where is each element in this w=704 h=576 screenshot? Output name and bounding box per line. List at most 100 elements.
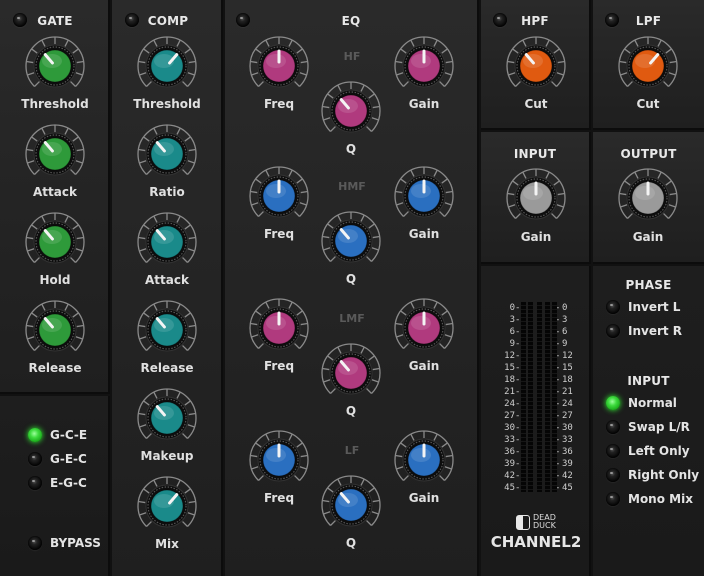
lpf-title: LPF xyxy=(635,14,662,28)
input-mode-swap[interactable]: Swap L/R xyxy=(606,420,690,434)
eq-title: EQ xyxy=(341,14,361,28)
phase-title: PHASE xyxy=(625,278,672,292)
hpf-panel: HPF Cut xyxy=(481,0,591,130)
meter-scale-left: 24 xyxy=(504,399,515,409)
gate-enable-led[interactable] xyxy=(13,13,27,27)
right-only-label: Right Only xyxy=(628,468,700,482)
eq-hf-q-knob[interactable] xyxy=(319,81,383,141)
hpf-cut-label: Cut xyxy=(524,97,548,111)
brand-logo: DEAD DUCK xyxy=(516,514,556,530)
meter-scale-left-dash: - xyxy=(515,459,521,469)
input-gain-title: INPUT xyxy=(513,147,557,161)
comp-release-knob[interactable] xyxy=(135,300,199,360)
eq-lmf-gain-knob[interactable] xyxy=(392,298,456,358)
comp-ratio-label: Ratio xyxy=(149,185,185,199)
meter-scale-right: 27 xyxy=(562,411,573,421)
eq-hf-gain-label: Gain xyxy=(408,97,440,111)
input-mode-right-only[interactable]: Right Only xyxy=(606,468,699,482)
comp-title: COMP xyxy=(147,14,189,28)
comp-attack-knob[interactable] xyxy=(135,212,199,272)
bypass-toggle[interactable]: BYPASS xyxy=(28,536,101,550)
routing-panel: PHASE Invert L Invert R INPUT Normal Swa… xyxy=(593,266,704,576)
meter-scale-left: 12 xyxy=(504,351,515,361)
eq-lf-gain-knob[interactable] xyxy=(392,430,456,490)
gate-threshold-knob[interactable] xyxy=(23,36,87,96)
meter-scale-left: 0 xyxy=(509,303,515,313)
eq-lmf-freq-label: Freq xyxy=(263,359,295,373)
meter-scale-right: 15 xyxy=(562,363,573,373)
eq-hf-q-label: Q xyxy=(345,142,357,156)
order-option-gec[interactable]: G-E-C xyxy=(28,452,87,466)
input-mode-normal[interactable]: Normal xyxy=(606,396,677,410)
meter-panel: 0 - - 03 - - 36 - - 69 - - 9 12 - - 12 15 … xyxy=(481,266,591,576)
eq-hf-freq-knob[interactable] xyxy=(247,36,311,96)
eq-hmf-band-label: HMF xyxy=(338,180,366,193)
gate-attack-knob[interactable] xyxy=(23,124,87,184)
meter-scale-left: 18 xyxy=(504,375,515,385)
gate-title: GATE xyxy=(37,14,73,28)
eq-hmf-gain-knob[interactable] xyxy=(392,166,456,226)
eq-lf-freq-knob[interactable] xyxy=(247,430,311,490)
lpf-cut-label: Cut xyxy=(636,97,660,111)
eq-hmf-freq-knob[interactable] xyxy=(247,166,311,226)
input-mode-title: INPUT xyxy=(627,374,670,388)
eq-lmf-q-knob[interactable] xyxy=(319,343,383,403)
gate-release-label: Release xyxy=(28,361,82,375)
gate-hold-knob[interactable] xyxy=(23,212,87,272)
mono-mix-led xyxy=(606,492,620,506)
comp-release-label: Release xyxy=(140,361,194,375)
hpf-cut-knob[interactable] xyxy=(504,36,568,96)
meter-scale-left-dash: - xyxy=(515,303,521,313)
input-gain-knob[interactable] xyxy=(504,168,568,228)
meter-scale-left: 42 xyxy=(504,471,515,481)
input-mode-mono-mix[interactable]: Mono Mix xyxy=(606,492,693,506)
bypass-label: BYPASS xyxy=(50,536,101,550)
eq-hf-band-label: HF xyxy=(343,50,361,63)
level-meter: 0 - - 03 - - 36 - - 69 - - 9 12 - - 12 15 … xyxy=(481,266,591,506)
swap-led xyxy=(606,420,620,434)
input-gain-label: Gain xyxy=(520,230,552,244)
phase-invert-r[interactable]: Invert R xyxy=(606,324,682,338)
comp-enable-led[interactable] xyxy=(125,13,139,27)
eq-lf-q-label: Q xyxy=(345,536,357,550)
eq-hmf-q-knob[interactable] xyxy=(319,211,383,271)
meter-scale-left-dash: - xyxy=(515,411,521,421)
order-gec-led xyxy=(28,452,42,466)
gate-attack-label: Attack xyxy=(33,185,77,199)
comp-ratio-knob[interactable] xyxy=(135,124,199,184)
gate-release-knob[interactable] xyxy=(23,300,87,360)
bypass-led xyxy=(28,536,42,550)
eq-lmf-band-label: LMF xyxy=(339,312,365,325)
lpf-cut-knob[interactable] xyxy=(616,36,680,96)
meter-scale-left-dash: - xyxy=(515,315,521,325)
order-egc-led xyxy=(28,476,42,490)
meter-scale-left-dash: - xyxy=(515,351,521,361)
eq-lmf-gain-label: Gain xyxy=(408,359,440,373)
order-gce-led xyxy=(28,428,42,442)
eq-lmf-q-label: Q xyxy=(345,404,357,418)
order-option-egc[interactable]: E-G-C xyxy=(28,476,87,490)
product-name: CHANNEL2 xyxy=(490,533,582,551)
meter-scale-left: 3 xyxy=(509,315,515,325)
gate-hold-label: Hold xyxy=(39,273,71,287)
eq-lmf-freq-knob[interactable] xyxy=(247,298,311,358)
eq-hmf-freq-label: Freq xyxy=(263,227,295,241)
meter-scale-left: 45 xyxy=(504,483,515,493)
phase-invert-l[interactable]: Invert L xyxy=(606,300,680,314)
output-gain-panel: OUTPUT Gain xyxy=(593,132,704,264)
meter-bar-right-b xyxy=(552,302,557,492)
eq-hf-gain-knob[interactable] xyxy=(392,36,456,96)
meter-scale-left-dash: - xyxy=(515,435,521,445)
meter-scale-right: 30 xyxy=(562,423,573,433)
comp-makeup-knob[interactable] xyxy=(135,388,199,448)
eq-lf-q-knob[interactable] xyxy=(319,475,383,535)
comp-mix-knob[interactable] xyxy=(135,476,199,536)
comp-threshold-knob[interactable] xyxy=(135,36,199,96)
eq-lf-gain-label: Gain xyxy=(408,491,440,505)
meter-scale-left: 15 xyxy=(504,363,515,373)
input-mode-left-only[interactable]: Left Only xyxy=(606,444,690,458)
order-option-gce[interactable]: G-C-E xyxy=(28,428,87,442)
meter-scale-left: 21 xyxy=(504,387,515,397)
output-gain-knob[interactable] xyxy=(616,168,680,228)
hpf-title: HPF xyxy=(521,14,549,28)
